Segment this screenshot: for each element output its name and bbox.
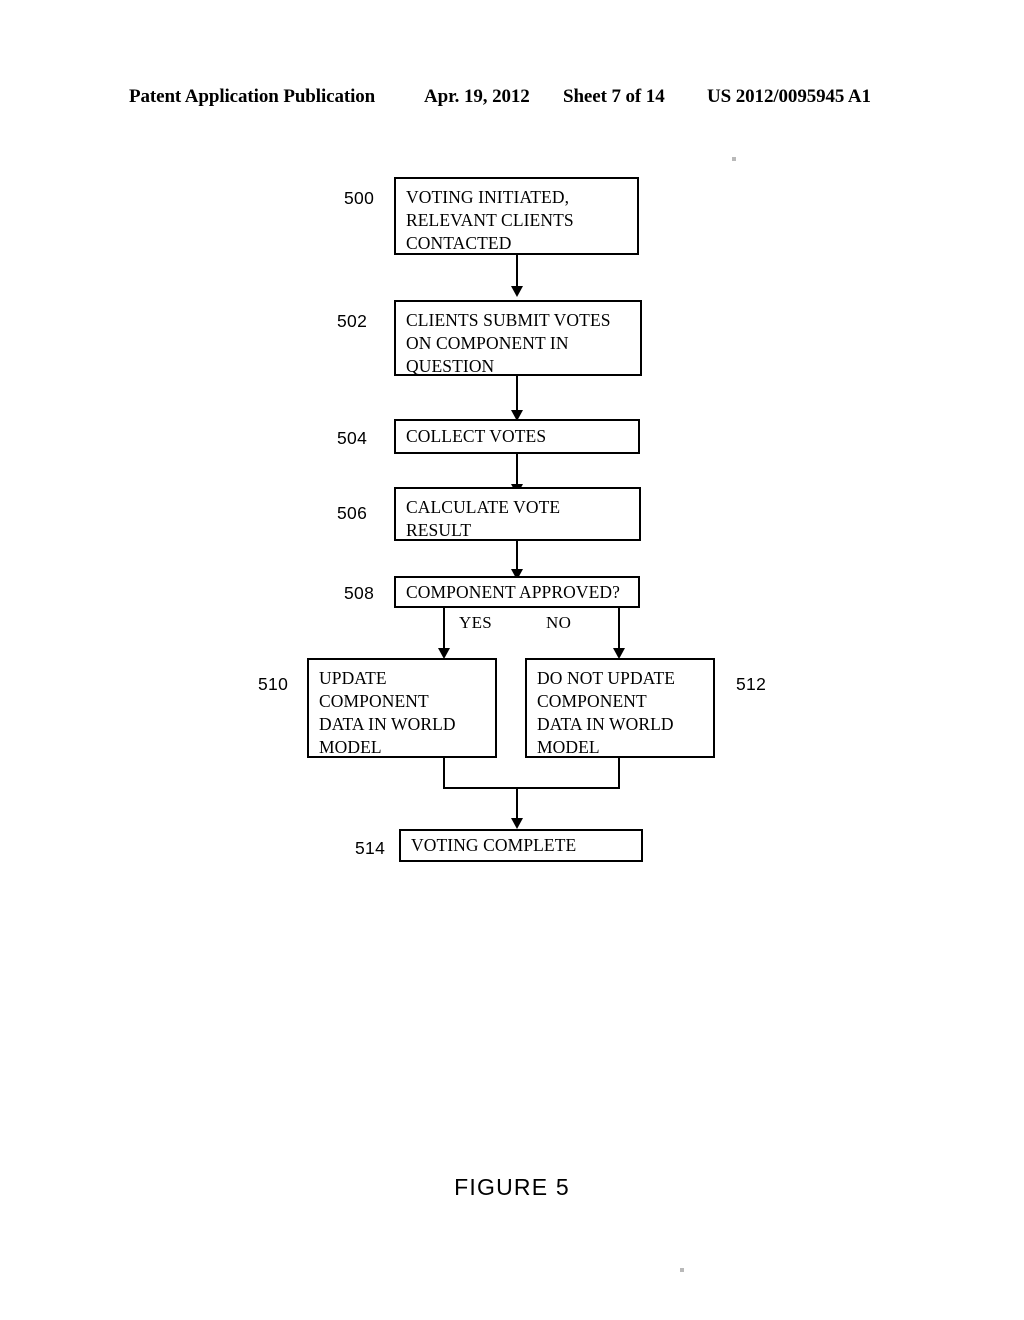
reference-numeral-512: 512 <box>736 674 767 694</box>
connector-500-to-502 <box>516 255 518 288</box>
connector-merge-to-514 <box>516 787 518 821</box>
connector-504-to-506 <box>516 454 518 487</box>
arrowhead-merge-to-514 <box>511 818 523 829</box>
connector-502-to-504 <box>516 376 518 413</box>
connector-508-no-branch <box>618 608 620 651</box>
branch-label-yes: YES <box>459 613 493 632</box>
flow-node-collect-votes: COLLECT VOTES <box>394 419 640 454</box>
flow-node-calculate-vote-result: CALCULATE VOTE RESULT <box>394 487 641 541</box>
reference-numeral-514: 514 <box>355 838 386 858</box>
scan-artifact-speck <box>732 157 736 161</box>
reference-numeral-506: 506 <box>337 503 368 523</box>
flow-node-clients-submit-votes: CLIENTS SUBMIT VOTES ON COMPONENT IN QUE… <box>394 300 642 376</box>
flowchart-diagram: 500 VOTING INITIATED, RELEVANT CLIENTS C… <box>0 0 1024 1320</box>
flow-node-update-component-data: UPDATE COMPONENT DATA IN WORLD MODEL <box>307 658 497 758</box>
arrowhead-500-to-502 <box>511 286 523 297</box>
reference-numeral-504: 504 <box>337 428 368 448</box>
branch-label-no: NO <box>546 613 572 632</box>
connector-merge-horizontal <box>443 787 620 789</box>
flow-node-voting-complete: VOTING COMPLETE <box>399 829 643 862</box>
connector-510-down <box>443 758 445 789</box>
figure-caption: FIGURE 5 <box>454 1174 570 1200</box>
reference-numeral-508: 508 <box>344 583 375 603</box>
reference-numeral-500: 500 <box>344 188 375 208</box>
reference-numeral-510: 510 <box>258 674 289 694</box>
flow-node-do-not-update-component-data: DO NOT UPDATE COMPONENT DATA IN WORLD MO… <box>525 658 715 758</box>
flow-node-voting-initiated: VOTING INITIATED, RELEVANT CLIENTS CONTA… <box>394 177 639 255</box>
connector-508-yes-branch <box>443 608 445 651</box>
scan-artifact-speck-bottom <box>680 1268 684 1272</box>
connector-512-down <box>618 758 620 789</box>
flow-node-component-approved: COMPONENT APPROVED? <box>394 576 640 608</box>
reference-numeral-502: 502 <box>337 311 368 331</box>
